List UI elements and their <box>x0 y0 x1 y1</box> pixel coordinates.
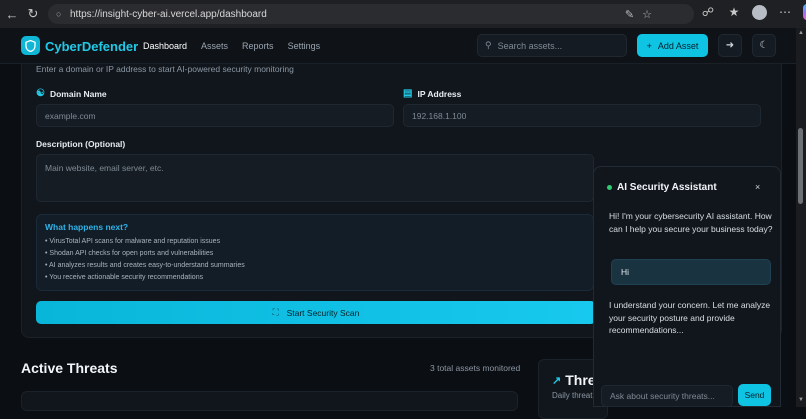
chat-title-text: AI Security Assistant <box>617 182 717 193</box>
domain-field[interactable]: example.com <box>36 104 394 127</box>
server-icon: ▤ <box>403 88 413 99</box>
nav-dashboard[interactable]: Dashboard <box>143 41 187 51</box>
favorites-icon[interactable]: ★ <box>726 4 742 20</box>
scroll-up-icon[interactable]: ▲ <box>797 30 805 38</box>
ip-placeholder: 192.168.1.100 <box>412 110 467 121</box>
main-nav: Dashboard Assets Reports Settings <box>143 41 320 51</box>
ip-field[interactable]: 192.168.1.100 <box>403 104 761 127</box>
threat-trend-title: ↗ Thre <box>552 372 596 388</box>
browser-toolbar: ← ↻ ○ https://insight-cyber-ai.vercel.ap… <box>0 0 806 28</box>
shield-icon <box>21 36 40 55</box>
start-scan-button[interactable]: ⛶ Start Security Scan <box>36 301 596 324</box>
threat-trend-title-text: Thre <box>565 372 596 388</box>
close-icon[interactable]: × <box>755 182 760 192</box>
plus-icon: + <box>646 40 652 51</box>
refresh-icon[interactable]: ↻ <box>22 3 44 25</box>
url-text: https://insight-cyber-ai.vercel.app/dash… <box>70 8 267 20</box>
add-asset-button[interactable]: + Add Asset <box>637 34 708 57</box>
nav-reports[interactable]: Reports <box>242 41 274 51</box>
more-icon[interactable]: ⋯ <box>777 4 793 20</box>
info-title: What happens next? <box>45 222 129 232</box>
domain-placeholder: example.com <box>45 110 96 121</box>
assets-count: 3 total assets monitored <box>430 363 521 373</box>
ip-label-text: IP Address <box>417 88 462 99</box>
description-label-text: Description (Optional) <box>36 139 126 149</box>
scrollbar-thumb[interactable] <box>798 128 803 204</box>
scroll-down-icon[interactable]: ▼ <box>797 397 805 405</box>
back-icon[interactable]: ← <box>1 3 23 25</box>
description-placeholder: Main website, email server, etc. <box>45 163 164 173</box>
search-icon: ⚲ <box>485 40 492 50</box>
online-status-icon <box>607 185 612 190</box>
bot-message: I understand your concern. Let me analyz… <box>609 300 771 335</box>
threats-list-card <box>21 391 518 411</box>
start-scan-label: Start Security Scan <box>286 307 360 318</box>
info-item: • You receive actionable security recomm… <box>45 274 204 281</box>
form-intro: Enter a domain or IP address to start AI… <box>36 64 294 74</box>
chat-input-placeholder: Ask about security threats... <box>610 391 715 401</box>
edit-icon[interactable]: ✎ <box>625 8 634 21</box>
ip-label: ▤ IP Address <box>403 88 461 99</box>
info-item: • VirusTotal API scans for malware and r… <box>45 238 221 245</box>
brand-name[interactable]: CyberDefender <box>45 39 138 54</box>
search-placeholder: Search assets... <box>497 40 563 51</box>
user-message: Hi <box>611 259 771 285</box>
profile-avatar[interactable] <box>752 4 767 20</box>
moon-icon: ☾ <box>759 40 769 51</box>
send-label: Send <box>744 390 765 400</box>
lock-icon: ○ <box>56 9 62 19</box>
info-item: • Shodan API checks for open ports and v… <box>45 250 214 257</box>
logout-icon: ➜ <box>725 40 735 51</box>
scan-icon: ⛶ <box>272 307 279 317</box>
user-message-text: Hi <box>621 267 630 277</box>
nav-assets[interactable]: Assets <box>201 41 228 51</box>
domain-label: ☯ Domain Name <box>36 88 107 99</box>
description-label: Description (Optional) <box>36 139 125 149</box>
bot-message: Hi! I'm your cybersecurity AI assistant.… <box>609 211 773 234</box>
info-item: • AI analyzes results and creates easy-t… <box>45 262 245 269</box>
chat-input[interactable]: Ask about security threats... <box>601 385 733 407</box>
trending-up-icon: ↗ <box>552 374 562 387</box>
add-asset-label: Add Asset <box>657 40 699 51</box>
extensions-icon[interactable]: ☍ <box>700 4 716 20</box>
chat-title: AI Security Assistant <box>607 182 717 193</box>
star-icon[interactable]: ☆ <box>642 8 652 21</box>
address-bar[interactable]: ○ https://insight-cyber-ai.vercel.app/da… <box>48 4 694 24</box>
domain-label-text: Domain Name <box>49 88 107 99</box>
app-header: CyberDefender Dashboard Assets Reports S… <box>0 28 796 64</box>
globe-icon: ☯ <box>36 88 45 99</box>
theme-toggle-button[interactable]: ☾ <box>752 34 776 57</box>
page-scrollbar[interactable] <box>796 28 806 407</box>
ai-chat-panel <box>593 166 781 407</box>
description-field[interactable]: Main website, email server, etc. <box>36 154 594 202</box>
send-button[interactable]: Send <box>738 384 771 406</box>
nav-settings[interactable]: Settings <box>288 41 321 51</box>
search-input[interactable]: ⚲ Search assets... <box>477 34 627 57</box>
logout-button[interactable]: ➜ <box>718 34 742 57</box>
active-threats-title: Active Threats <box>21 360 118 376</box>
